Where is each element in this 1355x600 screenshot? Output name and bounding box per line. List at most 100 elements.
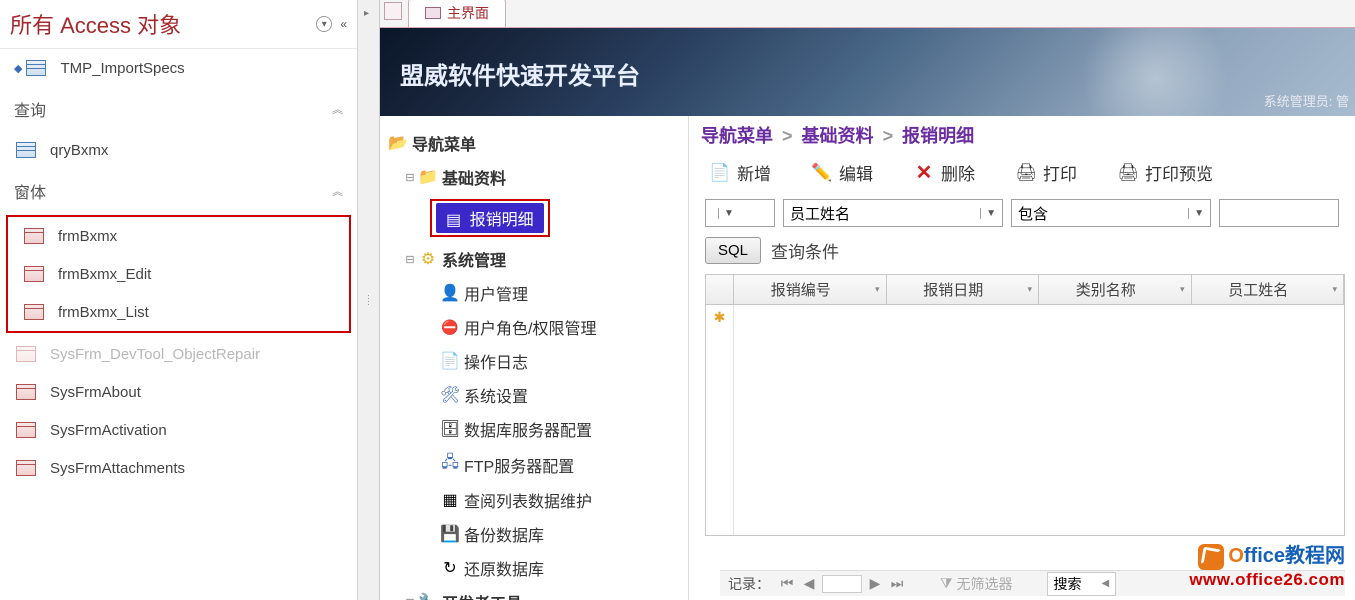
folder-icon: 📁 [418,167,438,187]
tree-basic-data[interactable]: ⊟ 📁 基础资料 [386,160,682,194]
nav-item-import-specs[interactable]: ◆ TMP_ImportSpecs [0,49,357,87]
search-box[interactable]: 搜索 ◀ [1047,572,1117,596]
tab-main[interactable]: 主界面 [408,0,506,27]
delete-button[interactable]: ✕ 删除 [913,160,975,185]
nav-item-sys-repair[interactable]: SysFrm_DevTool_ObjectRepair [0,335,357,373]
nav-label: frmBxmx [58,228,335,245]
form-icon [14,421,38,439]
grid-col-bxno[interactable]: 报销编号▾ [734,275,887,304]
sql-condition-label: 查询条件 [771,238,839,263]
tab-label: 主界面 [447,3,489,23]
tree-restore[interactable]: ↻ 还原数据库 [386,551,682,585]
edit-button[interactable]: ✏️ 编辑 [811,160,873,185]
form-icon [22,265,46,283]
sql-row: SQL 查询条件 [689,231,1355,270]
tree-ftpserver[interactable]: 🖧 FTP服务器配置 [386,446,682,483]
add-icon: 📄 [709,162,731,184]
brand-o: O [1228,545,1244,567]
tree-rolemgmt[interactable]: ⛔ 用户角色/权限管理 [386,310,682,344]
grid-col-category[interactable]: 类别名称▾ [1039,275,1192,304]
tree-devtools[interactable]: ⊟ 🔧 开发者工具 [386,585,682,600]
nav-collapse-chevron[interactable]: « [340,17,347,31]
filter-label: 无筛选器 [957,574,1013,594]
filter-field-combo[interactable]: 员工姓名 ▼ [783,199,1003,227]
last-record-button[interactable]: ⏭ [888,575,906,592]
edit-icon: ✏️ [811,162,833,184]
next-record-button[interactable]: ▶ [866,575,884,592]
nav-item-qry-bxmx[interactable]: qryBxmx [0,131,357,169]
form-icon [14,345,38,363]
document-icon: 📄 [440,351,460,371]
group-label: 窗体 [14,179,332,203]
chevron-down-icon: ▾ [1332,284,1337,295]
nav-item-sys-attachments[interactable]: SysFrmAttachments [0,449,357,487]
pane-splitter[interactable]: ▸ ···· [358,0,380,600]
chevron-down-icon: ▾ [875,284,880,295]
tree-label: 查阅列表数据维护 [464,488,592,512]
new-row-icon: ✱ [714,309,726,326]
nav-group-queries[interactable]: 查询 ︽ [0,87,357,131]
btn-label: 新增 [737,160,771,185]
gear-icon: 🛠 [440,385,460,405]
crumb-nav[interactable]: 导航菜单 [701,126,773,146]
nav-group-forms[interactable]: 窗体 ︽ [0,169,357,213]
filter-combo-1[interactable]: ▼ [705,199,775,227]
list-icon: ▦ [440,490,460,510]
crumb-basic[interactable]: 基础资料 [802,126,874,146]
filter-value-input[interactable] [1219,199,1339,227]
tree-sysmgmt[interactable]: ⊟ ⚙ 系统管理 [386,242,682,276]
grid-col-employee[interactable]: 员工姓名 ▾ [1192,275,1345,304]
grid-header: 报销编号▾ 报销日期▾ 类别名称▾ 员工姓名 ▾ [706,275,1344,305]
add-button[interactable]: 📄 新增 [709,160,771,185]
tree-syscfg[interactable]: 🛠 系统设置 [386,378,682,412]
nav-item-frm-bxmx-list[interactable]: frmBxmx_List [8,293,349,331]
print-preview-button[interactable]: 🖨 打印预览 [1117,160,1213,185]
user-icon: 👤 [440,283,460,303]
nav-item-sys-activation[interactable]: SysFrmActivation [0,411,357,449]
nav-label: SysFrmAbout [50,384,343,401]
tree-expander-icon[interactable]: ⊟ [404,171,416,184]
print-preview-icon: 🖨 [1117,162,1139,184]
combo-value: 包含 [1018,203,1048,224]
sql-button[interactable]: SQL [705,237,761,264]
nav-label: qryBxmx [50,142,343,159]
tree-dbserver[interactable]: 🗄 数据库服务器配置 [386,412,682,446]
tree-expander-icon[interactable]: ⊟ [404,596,416,600]
nav-item-frm-bxmx[interactable]: frmBxmx [8,217,349,255]
tree-listmaint[interactable]: ▦ 查阅列表数据维护 [386,483,682,517]
record-number-input[interactable] [822,575,862,593]
col-label: 员工姓名 [1228,279,1288,300]
prev-record-button[interactable]: ◀ [800,575,818,592]
print-button[interactable]: 🖨 打印 [1015,160,1077,185]
tree-usermgmt[interactable]: 👤 用户管理 [386,276,682,310]
row-marker[interactable]: ✱ [706,305,734,535]
grid-body[interactable]: ✱ [706,305,1344,535]
grid-col-date[interactable]: 报销日期▾ [887,275,1040,304]
search-placeholder: 搜索 [1054,574,1082,594]
tree-backup[interactable]: 💾 备份数据库 [386,517,682,551]
tree-pane: 📂 导航菜单 ⊟ 📁 基础资料 ▤ 报销明细 ⊟ ⚙ 系统管理 [380,116,689,600]
grid-select-all[interactable] [706,275,734,304]
query-icon [14,141,38,159]
watermark: Office教程网 www.office26.com [1189,539,1345,590]
chevron-right-icon: > [883,126,894,146]
nav-item-frm-bxmx-edit[interactable]: frmBxmx_Edit [8,255,349,293]
nav-dropdown-icon[interactable]: ▾ [316,16,332,32]
server-icon: 🖧 [440,451,460,478]
tree-expander-icon[interactable]: ⊟ [404,253,416,266]
main-area: 主界面 盟威软件快速开发平台 系统管理员: 管 📂 导航菜单 ⊟ 📁 基础资料 … [380,0,1355,600]
tree-label: FTP服务器配置 [464,453,574,477]
tree-bxmx[interactable]: ▤ 报销明细 [386,194,682,242]
tree-label: 系统管理 [442,247,506,271]
tree-oplog[interactable]: 📄 操作日志 [386,344,682,378]
form-icon [14,383,38,401]
tree-root[interactable]: 📂 导航菜单 [386,126,682,160]
nav-header: 所有 Access 对象 ▾ « [0,0,357,49]
btn-label: 打印 [1043,160,1077,185]
nav-item-sys-about[interactable]: SysFrmAbout [0,373,357,411]
first-record-button[interactable]: ⏮ [778,575,796,592]
filter-op-combo[interactable]: 包含 ▼ [1011,199,1211,227]
wrench-icon: 🔧 [418,592,438,600]
nav-label: SysFrmAttachments [50,460,343,477]
chevron-left-icon: ◀ [1102,578,1110,589]
